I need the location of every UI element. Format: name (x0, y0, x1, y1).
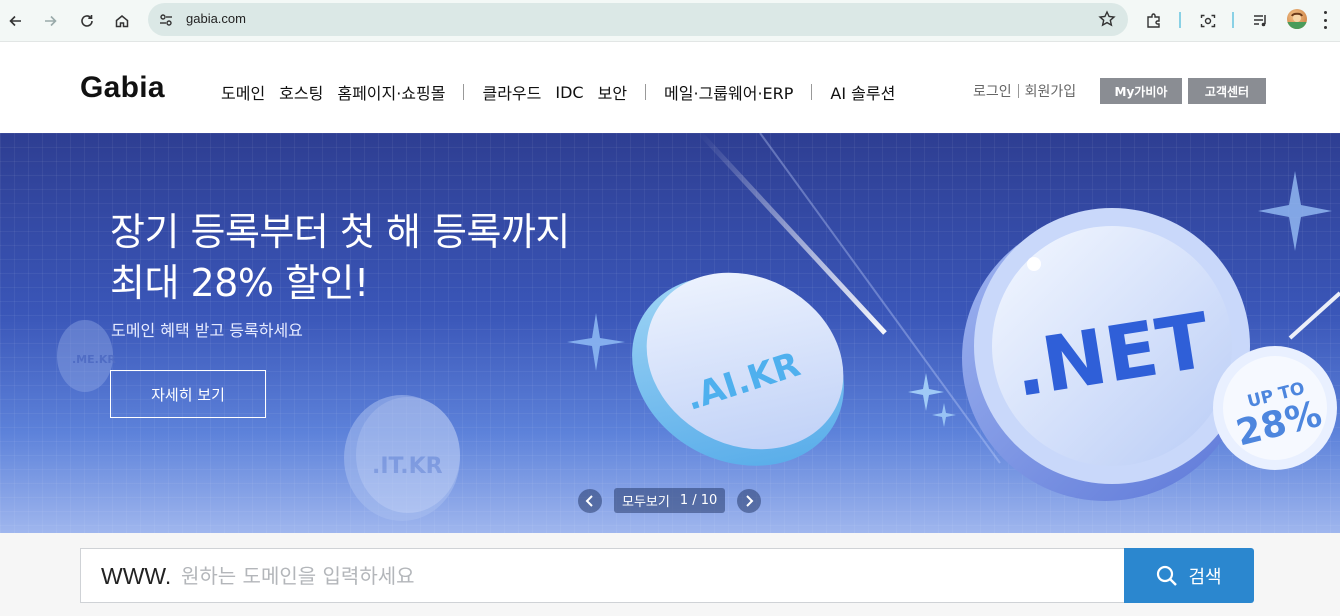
avatar-image-icon (1287, 12, 1307, 29)
screenshot-search-icon (1200, 14, 1216, 28)
nav-divider (645, 84, 647, 100)
home-button[interactable] (110, 9, 134, 33)
puzzle-icon (1147, 13, 1160, 28)
nav-ai-solution[interactable]: AI 솔루션 (830, 80, 895, 104)
browser-chrome: gabia.com (0, 0, 1340, 42)
customer-center-button[interactable]: 고객센터 (1188, 78, 1266, 104)
reload-button[interactable] (75, 9, 99, 33)
banner-pager: 모두보기 1 / 10 (578, 488, 762, 513)
view-details-button[interactable]: 자세히 보기 (110, 370, 266, 418)
queue-music-icon (1254, 15, 1266, 27)
hero-title: 장기 등록부터 첫 해 등록까지 최대 28% 할인! (110, 207, 570, 309)
nav-security[interactable]: 보안 (598, 80, 627, 104)
extensions-button[interactable] (1142, 9, 1166, 33)
small-coin: .IT.KR (344, 395, 460, 521)
home-icon (115, 15, 129, 28)
www-prefix: WWW. (101, 563, 172, 589)
back-button[interactable] (4, 9, 28, 33)
tiny-coin-text: .ME.KR (72, 353, 116, 366)
url-text[interactable]: gabia.com (186, 11, 246, 26)
domain-search-area: WWW. 검색 (0, 533, 1340, 616)
global-nav: 도메인 호스팅 홈페이지·쇼핑몰 클라우드 IDC 보안 메일·그룹웨어·ERP… (221, 80, 909, 104)
net-coin: .NET (962, 208, 1250, 501)
hero-banner[interactable]: .ME.KR .IT.KR .AI.KR .NET UP TO 28% 장기 등… (0, 133, 1340, 533)
next-slide-button[interactable] (737, 488, 762, 513)
toolbar-divider (1179, 12, 1181, 28)
nav-domain[interactable]: 도메인 (221, 80, 265, 104)
nav-mail-groupware-erp[interactable]: 메일·그룹웨어·ERP (664, 80, 793, 104)
domain-search-box: WWW. (80, 548, 1125, 603)
forward-button[interactable] (38, 9, 62, 33)
util-divider (1017, 84, 1019, 98)
media-button[interactable] (1249, 9, 1273, 33)
nav-idc[interactable]: IDC (555, 83, 583, 102)
reload-icon (81, 15, 93, 27)
site-settings-icon[interactable] (158, 12, 174, 28)
tiny-coin: .ME.KR (57, 320, 116, 392)
lens-button[interactable] (1196, 9, 1220, 33)
gabia-logo[interactable]: Gabia (80, 71, 165, 105)
sparkle-icon (932, 403, 956, 427)
view-all-label: 모두보기 (622, 495, 670, 510)
slide-counter: 1 / 10 (679, 493, 718, 508)
domain-search-input[interactable] (181, 549, 1111, 602)
search-button-label: 검색 (1188, 566, 1222, 588)
search-button[interactable]: 검색 (1124, 548, 1254, 603)
browser-menu-button[interactable] (1324, 11, 1328, 29)
sparkle-icon (1258, 171, 1332, 251)
my-gabia-button[interactable]: My가비아 (1100, 78, 1182, 104)
light-streak (1288, 291, 1340, 340)
chevron-left-icon (585, 494, 593, 507)
bookmark-star-icon[interactable] (1098, 10, 1116, 28)
site-header: Gabia 도메인 호스팅 홈페이지·쇼핑몰 클라우드 IDC 보안 메일·그룹… (0, 43, 1340, 133)
address-bar[interactable]: gabia.com (148, 3, 1128, 36)
search-icon (1157, 565, 1178, 586)
profile-avatar[interactable] (1287, 9, 1307, 29)
view-all-pill[interactable]: 모두보기 1 / 10 (614, 488, 726, 513)
nav-divider (463, 84, 465, 100)
discount-badge: UP TO 28% (1213, 346, 1337, 470)
nav-hosting[interactable]: 호스팅 (279, 80, 323, 104)
nav-divider (811, 84, 813, 100)
small-coin-text: .IT.KR (372, 454, 443, 479)
nav-homepage-shop[interactable]: 홈페이지·쇼핑몰 (337, 80, 445, 104)
signup-link[interactable]: 회원가입 (1025, 81, 1077, 101)
hero-title-line2: 최대 28% 할인! (110, 261, 369, 305)
chevron-right-icon (746, 494, 754, 507)
forward-arrow-icon (45, 15, 57, 27)
hero-subtitle: 도메인 혜택 받고 등록하세요 (111, 321, 303, 340)
utility-links: 로그인 회원가입 (973, 81, 1076, 101)
nav-cloud[interactable]: 클라우드 (482, 80, 541, 104)
prev-slide-button[interactable] (578, 488, 602, 513)
sparkle-icon (567, 313, 625, 371)
hero-title-line1: 장기 등록부터 첫 해 등록까지 (110, 210, 570, 254)
back-arrow-icon (9, 15, 21, 27)
login-link[interactable]: 로그인 (973, 81, 1012, 101)
toolbar-divider (1232, 12, 1234, 28)
